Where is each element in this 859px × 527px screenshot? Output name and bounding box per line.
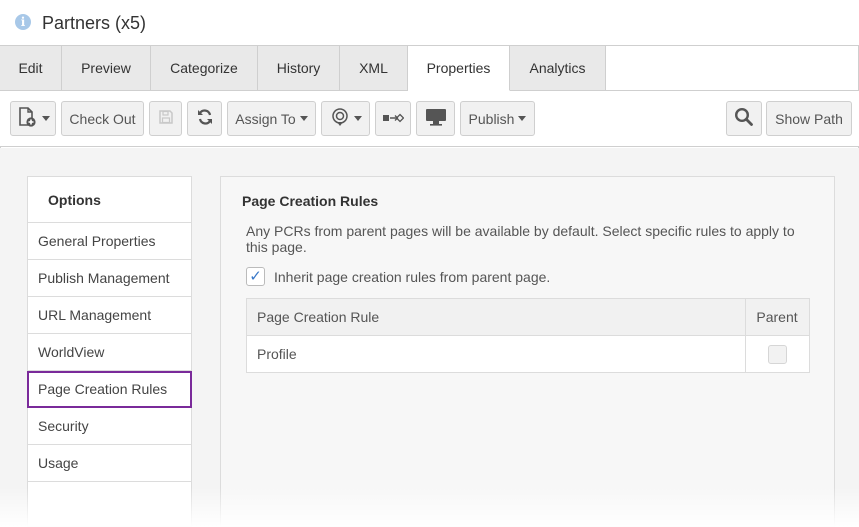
sidebar-item-page-creation-rules[interactable]: Page Creation Rules (27, 371, 192, 408)
inherit-checkbox[interactable]: ✓ (246, 267, 265, 286)
table-row: Profile (246, 335, 810, 373)
publish-button[interactable]: Publish (460, 101, 535, 136)
tab-edit[interactable]: Edit (0, 46, 62, 91)
refresh-icon (196, 108, 214, 129)
preview-device-button[interactable] (416, 101, 455, 136)
show-path-button[interactable]: Show Path (766, 101, 852, 136)
save-button[interactable] (149, 101, 182, 136)
table-header-row: Page Creation Rule Parent (246, 298, 810, 336)
chevron-down-icon (299, 116, 308, 121)
save-icon (158, 109, 174, 128)
publish-label: Publish (468, 110, 515, 127)
tab-analytics[interactable]: Analytics (510, 46, 606, 91)
column-header-rule: Page Creation Rule (246, 298, 746, 336)
rule-name: Profile (246, 335, 746, 373)
tab-bar: Edit Preview Categorize History XML Prop… (0, 46, 606, 91)
page-creation-rules-panel: Page Creation Rules Any PCRs from parent… (220, 176, 835, 527)
tab-xml[interactable]: XML (340, 46, 408, 91)
chevron-down-icon (353, 116, 362, 121)
tab-properties[interactable]: Properties (408, 46, 510, 91)
link-button[interactable] (375, 101, 411, 136)
workflow-icon (330, 107, 350, 130)
main-content: Options General Properties Publish Manag… (0, 148, 859, 527)
inherit-option: ✓ Inherit page creation rules from paren… (246, 267, 550, 286)
sidebar-item-url-management[interactable]: URL Management (28, 297, 191, 334)
check-out-button[interactable]: Check Out (61, 101, 144, 136)
new-page-button[interactable] (10, 101, 56, 136)
toolbar: Check Out Assign To Publish Show Path (0, 91, 859, 147)
sidebar-item-worldview[interactable]: WorldView (28, 334, 191, 371)
panel-title: Page Creation Rules (242, 193, 379, 209)
link-icon (382, 111, 405, 127)
inherit-label: Inherit page creation rules from parent … (274, 268, 551, 285)
sidebar-item-publish-management[interactable]: Publish Management (28, 260, 191, 297)
title-bar: i Partners (x5) (0, 0, 859, 46)
sidebar-item-security[interactable]: Security (28, 408, 191, 445)
search-button[interactable] (726, 101, 762, 136)
parent-cell (745, 335, 810, 373)
page-title: Partners (x5) (42, 13, 147, 33)
assign-to-label: Assign To (235, 110, 296, 127)
search-icon (734, 107, 754, 130)
monitor-icon (425, 108, 447, 129)
chevron-down-icon (42, 116, 50, 121)
info-icon: i (15, 14, 31, 30)
assign-to-button[interactable]: Assign To (227, 101, 316, 136)
new-page-icon (16, 106, 38, 131)
panel-description: Any PCRs from parent pages will be avail… (246, 223, 795, 255)
tab-preview[interactable]: Preview (62, 46, 151, 91)
options-header: Options (28, 177, 191, 223)
chevron-down-icon (518, 116, 527, 121)
tab-categorize[interactable]: Categorize (151, 46, 258, 91)
options-sidebar: Options General Properties Publish Manag… (27, 176, 192, 527)
workflow-button[interactable] (321, 101, 370, 136)
refresh-button[interactable] (187, 101, 222, 136)
column-header-parent: Parent (745, 298, 810, 336)
sidebar-item-usage[interactable]: Usage (28, 445, 191, 482)
page-creation-rules-table: Page Creation Rule Parent Profile (246, 298, 810, 373)
parent-checkbox[interactable] (767, 344, 787, 364)
sidebar-item-general-properties[interactable]: General Properties (28, 223, 191, 260)
tab-history[interactable]: History (258, 46, 340, 91)
